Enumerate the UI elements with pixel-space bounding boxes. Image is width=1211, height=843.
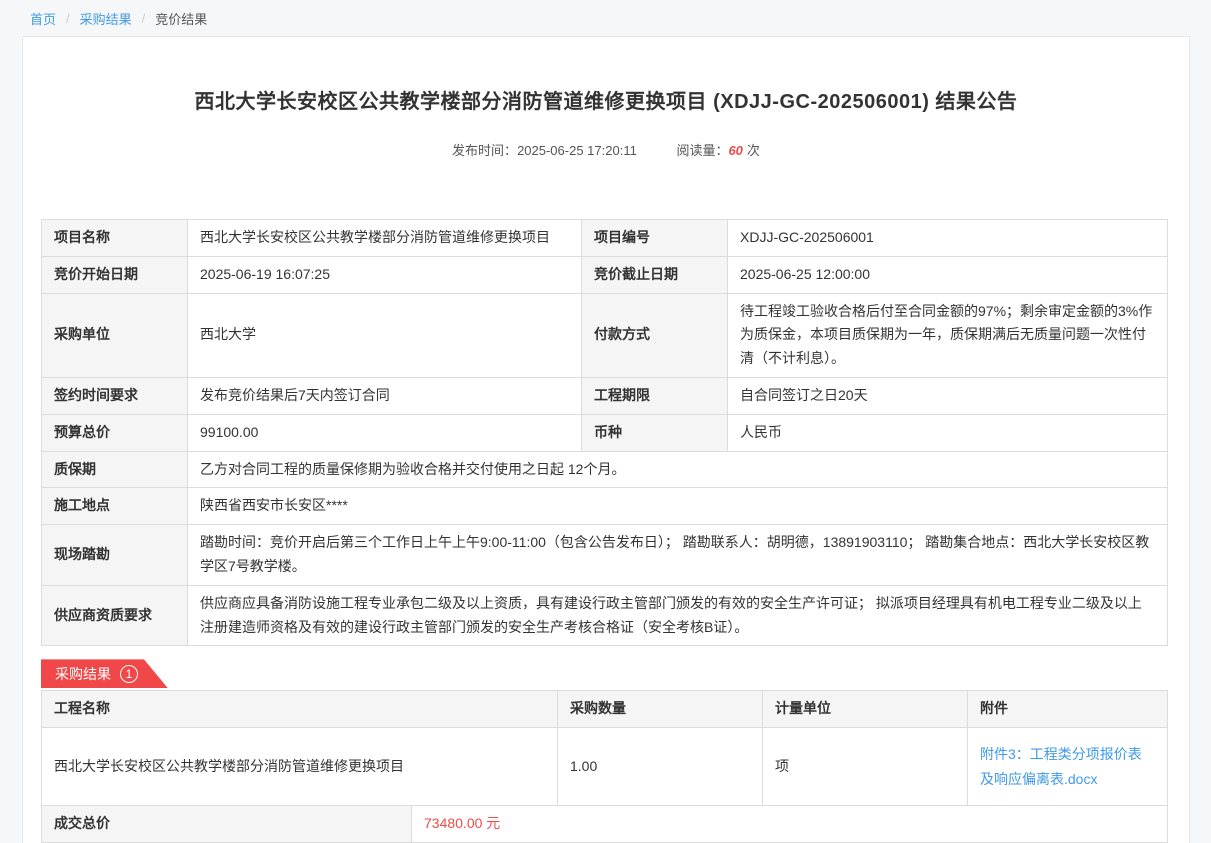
deal-summary-table: 成交总价 73480.00 元 成交供应商 陕西华川建设工程有限公司 bbox=[41, 805, 1168, 843]
table-row: 签约时间要求 发布竞价结果后7天内签订合同 工程期限 自合同签订之日20天 bbox=[42, 377, 1168, 414]
detail-label: 币种 bbox=[582, 414, 728, 451]
table-row: 采购单位 西北大学 付款方式 待工程竣工验收合格后付至合同金额的97%；剩余审定… bbox=[42, 293, 1168, 377]
table-header-row: 工程名称 采购数量 计量单位 附件 bbox=[42, 691, 1168, 728]
detail-value: 踏勘时间：竞价开启后第三个工作日上午上午9:00-11:00（包含公告发布日）；… bbox=[188, 525, 1168, 586]
table-row: 质保期 乙方对合同工程的质量保修期为验收合格并交付使用之日起 12个月。 bbox=[42, 451, 1168, 488]
breadcrumb-current-page: 竞价结果 bbox=[155, 9, 207, 28]
project-details-table: 项目名称 西北大学长安校区公共教学楼部分消防管道维修更换项目 项目编号 XDJJ… bbox=[41, 219, 1168, 646]
table-row: 供应商资质要求 供应商应具备消防设施工程专业承包二级及以上资质，具有建设行政主管… bbox=[42, 585, 1168, 646]
detail-label: 工程期限 bbox=[582, 377, 728, 414]
table-row: 预算总价 99100.00 币种 人民币 bbox=[42, 414, 1168, 451]
page-title: 西北大学长安校区公共教学楼部分消防管道维修更换项目 (XDJJ-GC-20250… bbox=[41, 37, 1171, 114]
detail-label: 项目编号 bbox=[582, 220, 728, 257]
views-count: 60 bbox=[728, 143, 742, 158]
detail-value: 西北大学 bbox=[188, 293, 582, 377]
views-label: 阅读量： bbox=[676, 143, 728, 158]
table-row: 竞价开始日期 2025-06-19 16:07:25 竞价截止日期 2025-0… bbox=[42, 256, 1168, 293]
detail-value: 发布竞价结果后7天内签订合同 bbox=[188, 377, 582, 414]
detail-label: 项目名称 bbox=[42, 220, 188, 257]
publish-meta: 发布时间：2025-06-25 17:20:11 阅读量：60 次 bbox=[41, 140, 1171, 159]
column-header-project-name: 工程名称 bbox=[42, 691, 558, 728]
budget-total-price: 99100.00 bbox=[188, 414, 582, 451]
table-row: 西北大学长安校区公共教学楼部分消防管道维修更换项目 1.00 项 附件3：工程类… bbox=[42, 728, 1168, 806]
purchase-result-count: 1 bbox=[120, 665, 138, 683]
detail-value: XDJJ-GC-202506001 bbox=[728, 220, 1168, 257]
purchase-result-badge: 采购结果 1 bbox=[41, 659, 168, 688]
result-quantity: 1.00 bbox=[558, 728, 763, 806]
table-row: 施工地点 陕西省西安市长安区**** bbox=[42, 488, 1168, 525]
column-header-attachment: 附件 bbox=[968, 691, 1168, 728]
detail-value: 2025-06-25 12:00:00 bbox=[728, 256, 1168, 293]
publish-time-value: 2025-06-25 17:20:11 bbox=[517, 143, 637, 158]
deal-total-value-cell: 73480.00 元 bbox=[412, 806, 1168, 843]
detail-value: 待工程竣工验收合格后付至合同金额的97%；剩余审定金额的3%作为质保金，本项目质… bbox=[728, 293, 1168, 377]
attachment-link[interactable]: 附件3：工程类分项报价表及响应偏离表.docx bbox=[980, 742, 1155, 791]
detail-value: 西北大学长安校区公共教学楼部分消防管道维修更换项目 bbox=[188, 220, 582, 257]
breadcrumb-home-link[interactable]: 首页 bbox=[30, 9, 56, 28]
breadcrumb-separator: / bbox=[66, 11, 70, 26]
result-project-name: 西北大学长安校区公共教学楼部分消防管道维修更换项目 bbox=[42, 728, 558, 806]
purchase-result-table: 工程名称 采购数量 计量单位 附件 西北大学长安校区公共教学楼部分消防管道维修更… bbox=[41, 690, 1168, 806]
detail-value: 供应商应具备消防设施工程专业承包二级及以上资质，具有建设行政主管部门颁发的有效的… bbox=[188, 585, 1168, 646]
detail-label: 质保期 bbox=[42, 451, 188, 488]
publish-time-label: 发布时间： bbox=[452, 143, 517, 158]
detail-label: 竞价开始日期 bbox=[42, 256, 188, 293]
detail-label: 施工地点 bbox=[42, 488, 188, 525]
announcement-card: 西北大学长安校区公共教学楼部分消防管道维修更换项目 (XDJJ-GC-20250… bbox=[22, 36, 1190, 843]
detail-label: 现场踏勘 bbox=[42, 525, 188, 586]
purchase-result-badge-label: 采购结果 bbox=[55, 664, 111, 684]
deal-total-label: 成交总价 bbox=[42, 806, 412, 843]
detail-label: 供应商资质要求 bbox=[42, 585, 188, 646]
detail-value: 陕西省西安市长安区**** bbox=[188, 488, 1168, 525]
views-group: 阅读量：60 次 bbox=[676, 143, 760, 158]
breadcrumb-purchase-results-link[interactable]: 采购结果 bbox=[80, 9, 132, 28]
deal-total-price: 73480.00 bbox=[424, 815, 482, 831]
deal-total-unit: 元 bbox=[486, 815, 500, 831]
detail-value: 2025-06-19 16:07:25 bbox=[188, 256, 582, 293]
breadcrumb: 首页 / 采购结果 / 竞价结果 bbox=[0, 0, 1211, 36]
column-header-unit: 计量单位 bbox=[763, 691, 968, 728]
publish-time-group: 发布时间：2025-06-25 17:20:11 bbox=[452, 143, 640, 158]
detail-value: 自合同签订之日20天 bbox=[728, 377, 1168, 414]
detail-value: 人民币 bbox=[728, 414, 1168, 451]
table-row: 成交总价 73480.00 元 bbox=[42, 806, 1168, 843]
table-row: 项目名称 西北大学长安校区公共教学楼部分消防管道维修更换项目 项目编号 XDJJ… bbox=[42, 220, 1168, 257]
detail-label: 预算总价 bbox=[42, 414, 188, 451]
views-unit: 次 bbox=[747, 143, 760, 158]
detail-label: 竞价截止日期 bbox=[582, 256, 728, 293]
detail-label: 签约时间要求 bbox=[42, 377, 188, 414]
detail-label: 采购单位 bbox=[42, 293, 188, 377]
table-row: 现场踏勘 踏勘时间：竞价开启后第三个工作日上午上午9:00-11:00（包含公告… bbox=[42, 525, 1168, 586]
breadcrumb-separator: / bbox=[142, 11, 146, 26]
column-header-quantity: 采购数量 bbox=[558, 691, 763, 728]
result-unit: 项 bbox=[763, 728, 968, 806]
detail-value: 乙方对合同工程的质量保修期为验收合格并交付使用之日起 12个月。 bbox=[188, 451, 1168, 488]
detail-label: 付款方式 bbox=[582, 293, 728, 377]
